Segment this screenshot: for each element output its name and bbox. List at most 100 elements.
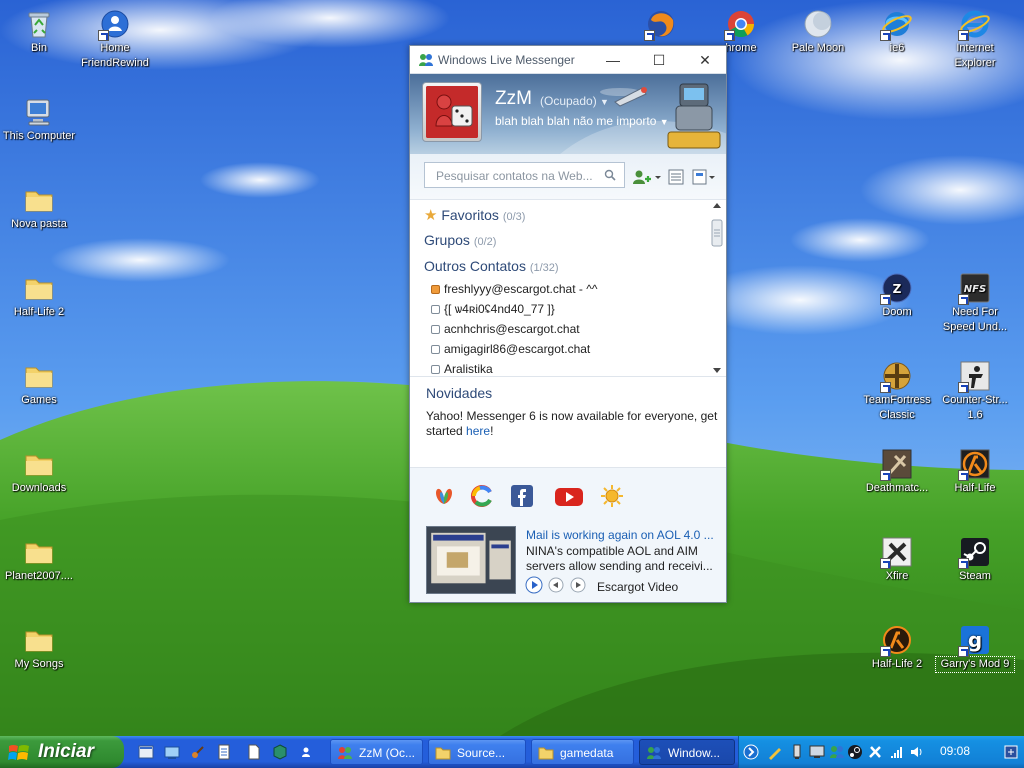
quicklaunch-explorer-icon[interactable] (138, 744, 154, 760)
contact-item[interactable]: {[ ѡ4ʀi0ʢ4nd40_77 ]} (431, 302, 555, 316)
video-title-link[interactable]: Mail is working again on AOL 4.0 ... (526, 528, 714, 542)
xfire-icon (880, 536, 913, 569)
contact-item[interactable]: Aralistika (431, 362, 493, 376)
desktop-icon-half-life-2[interactable]: Half-Life 2 (858, 624, 936, 672)
shortcut-arrow-icon (880, 382, 891, 393)
quicklaunch-guitar-icon[interactable] (190, 744, 206, 760)
tray-steam-icon[interactable] (847, 744, 863, 760)
avatar[interactable] (422, 82, 482, 142)
start-button[interactable]: Iniciar (0, 736, 124, 768)
group-favoritos[interactable]: ★ Favoritos (0/3) (424, 206, 525, 224)
contact-list[interactable]: ★ Favoritos (0/3) Grupos (0/2) Outros Co… (410, 200, 726, 376)
quicklaunch-document-icon[interactable] (246, 744, 262, 760)
tray-wifi-icon[interactable] (889, 744, 905, 760)
tray-xfire-icon[interactable] (867, 744, 883, 760)
tray-volume-icon[interactable] (909, 744, 925, 760)
desktop-icon-label: Need For Speed Und... (942, 306, 1008, 333)
close-button[interactable]: ✕ (682, 46, 728, 74)
desktop-icon-nova-pasta[interactable]: Nova pasta (0, 184, 78, 232)
desktop-icon-doom[interactable]: Z Doom (858, 272, 936, 320)
desktop-icon-home-friendrewind[interactable]: Home FriendRewind (76, 8, 154, 71)
status-selector[interactable]: (Ocupado) ▼ (540, 94, 609, 108)
desktop-icon-my-songs[interactable]: My Songs (0, 624, 78, 672)
desktop-icon-label: My Songs (14, 658, 64, 670)
nfs-icon: NFS (958, 272, 991, 305)
desktop-icon-bin[interactable]: Bin (0, 8, 78, 56)
desktop-icon-this-computer[interactable]: This Computer (0, 96, 78, 144)
task-gamedata[interactable]: gamedata (531, 739, 634, 765)
window-titlebar[interactable]: Windows Live Messenger — ☐ ✕ (410, 46, 726, 74)
desktop-icon-internet-explorer[interactable]: Internet Explorer (936, 8, 1014, 71)
desktop-icon-ie6[interactable]: ie6 (858, 8, 936, 56)
clock[interactable]: 09:08 (940, 744, 970, 758)
desktop-icon-half-life-2-folder[interactable]: Half-Life 2 (0, 272, 78, 320)
desktop-icon-counter-strike[interactable]: Counter-Str... 1.6 (936, 360, 1014, 423)
menu-button[interactable] (692, 168, 718, 186)
group-name: Favoritos (441, 207, 499, 223)
play-button[interactable] (525, 576, 543, 594)
quicklaunch-cube-icon[interactable] (272, 744, 288, 760)
contact-item[interactable]: amigagirl86@escargot.chat (431, 342, 590, 356)
previous-button[interactable] (547, 576, 565, 594)
msn-butterfly-icon[interactable] (432, 484, 456, 508)
steam-icon (958, 536, 991, 569)
desktop-icon-teamfortress-classic[interactable]: TeamFortress Classic (858, 360, 936, 423)
desktop-icon-label: Bin (31, 42, 47, 54)
tray-messenger-icon[interactable] (829, 744, 845, 760)
group-outros-contatos[interactable]: Outros Contatos (1/32) (424, 258, 559, 274)
windows-logo-icon (8, 743, 30, 763)
contact-list-scrollbar[interactable] (710, 200, 724, 376)
quicklaunch-user-icon[interactable] (298, 744, 314, 760)
contact-item[interactable]: freshlyyy@escargot.chat - ^^ (431, 282, 598, 296)
desktop-icon-garrys-mod[interactable]: g Garry's Mod 9 (935, 624, 1015, 673)
desktop-icon-need-for-speed[interactable]: NFS Need For Speed Und... (936, 272, 1014, 335)
contact-name: Aralistika (444, 362, 493, 376)
news-link[interactable]: here (466, 424, 490, 438)
status-text: (Ocupado) (540, 94, 597, 108)
desktop-icon-half-life[interactable]: Half-Life (936, 448, 1014, 496)
desktop-icon-deathmatch[interactable]: Deathmatc... (858, 448, 936, 496)
tray-monitor-icon[interactable] (809, 744, 825, 760)
desktop-icon-xfire[interactable]: Xfire (858, 536, 936, 584)
desktop-icon-planet2007[interactable]: Planet2007.... (0, 536, 78, 584)
weather-sun-icon[interactable] (600, 484, 624, 508)
facebook-icon[interactable] (510, 484, 534, 508)
maximize-button[interactable]: ☐ (636, 46, 682, 74)
quicklaunch-notepad-icon[interactable] (216, 744, 232, 760)
tray-expand-icon[interactable] (743, 744, 759, 760)
desktop-icon-downloads[interactable]: Downloads (0, 448, 78, 496)
messenger-buddies-icon (418, 53, 434, 67)
messenger-window[interactable]: Windows Live Messenger — ☐ ✕ ZzM (Ocupad… (409, 45, 727, 603)
search-icon[interactable] (604, 169, 616, 181)
search-input[interactable]: Pesquisar contatos na Web... (424, 162, 625, 188)
add-contact-button[interactable] (632, 168, 662, 186)
next-button[interactable] (569, 576, 587, 594)
desktop-icon-label: Half-Life 2 (13, 306, 65, 318)
folder-icon (23, 184, 55, 216)
shortcut-arrow-icon (880, 558, 891, 569)
tray-usb-icon[interactable] (789, 744, 805, 760)
contact-item[interactable]: acnhchris@escargot.chat (431, 322, 580, 336)
task-source[interactable]: Source... (428, 739, 526, 765)
minimize-button[interactable]: — (590, 46, 636, 74)
desktop-icon-pale-moon[interactable]: Pale Moon (779, 8, 857, 56)
google-talk-icon[interactable] (470, 484, 494, 508)
tray-pen-icon[interactable] (767, 744, 783, 760)
task-messenger-zzm[interactable]: ZzM (Oc... (330, 739, 423, 765)
desktop-icon-games[interactable]: Games (0, 360, 78, 408)
video-thumbnail[interactable] (426, 526, 516, 594)
folder-icon (23, 536, 55, 568)
display-name[interactable]: ZzM (495, 88, 532, 110)
personal-message[interactable]: blah blah blah não me importo ▼ (495, 114, 669, 128)
group-grupos[interactable]: Grupos (0/2) (424, 232, 496, 248)
personal-message-text: blah blah blah não me importo (495, 114, 657, 128)
tray-safely-remove-icon[interactable] (1003, 744, 1019, 760)
quicklaunch-show-desktop-icon[interactable] (164, 744, 180, 760)
garrys-mod-icon: g (958, 624, 991, 657)
change-view-button[interactable] (668, 168, 684, 186)
desktop-icon-steam[interactable]: Steam (936, 536, 1014, 584)
desktop-icon-firefox[interactable] (622, 8, 700, 41)
shortcut-arrow-icon (958, 294, 969, 305)
task-windows-live-messenger[interactable]: Window... (639, 739, 735, 765)
youtube-icon[interactable] (554, 484, 584, 508)
